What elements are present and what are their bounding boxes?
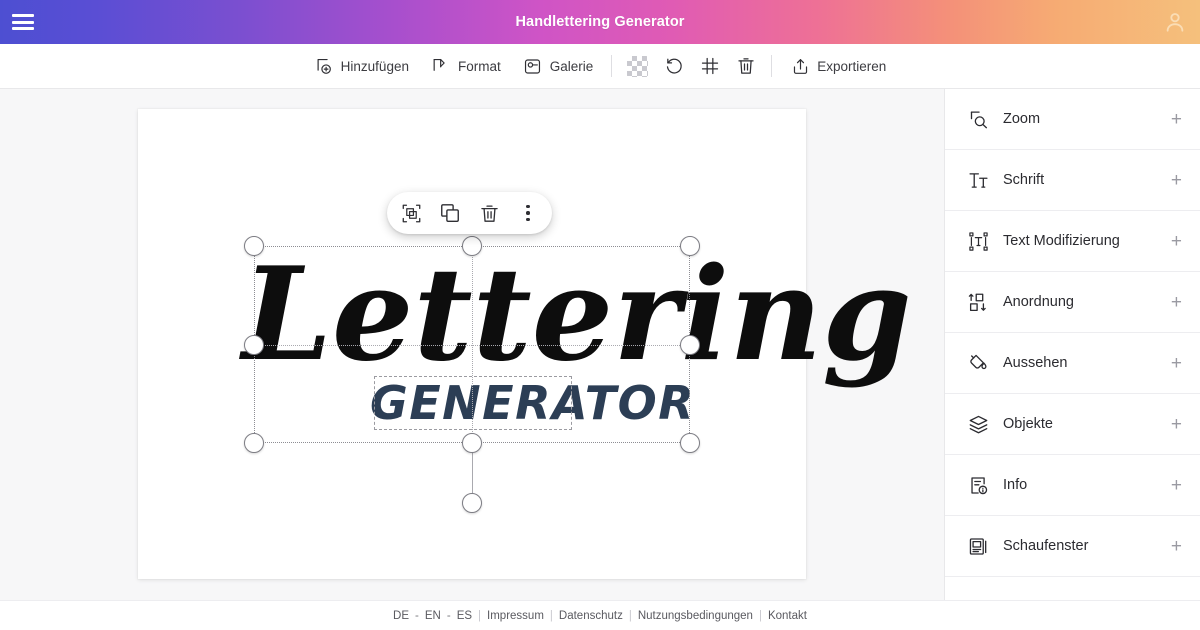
sidebar-label: Aussehen [1003,355,1068,371]
expand-plus-icon[interactable]: + [1171,476,1182,495]
hamburger-menu-icon[interactable] [10,11,36,33]
handle-bottom-right[interactable] [680,433,700,453]
arrange-icon [967,291,989,313]
toolbar-format-label: Format [457,58,501,74]
handle-rotate[interactable] [462,493,482,513]
more-options-icon[interactable] [515,200,541,226]
footer-link-impressum[interactable]: Impressum [481,610,550,622]
font-icon [967,169,989,191]
handle-top-left[interactable] [244,236,264,256]
showcase-icon [967,535,989,557]
handle-middle-left[interactable] [244,335,264,355]
undo-icon [664,56,684,76]
toolbar-add-label: Hinzufügen [340,58,409,74]
user-account-icon[interactable] [1162,9,1188,35]
export-icon [790,56,810,76]
sidebar-item-schaufenster[interactable]: Schaufenster + [945,516,1200,577]
toolbar-export-label: Exportieren [817,58,887,74]
sidebar-label: Schrift [1003,172,1045,188]
footer-lang-en[interactable]: EN [419,610,447,622]
expand-plus-icon[interactable]: + [1171,293,1182,312]
sidebar-item-zoom[interactable]: Zoom + [945,89,1200,150]
toolbar-grid-button[interactable] [692,52,728,80]
gallery-icon [523,56,543,76]
sidebar-item-info[interactable]: Info + [945,455,1200,516]
footer-lang-de[interactable]: DE [387,610,415,622]
language-switcher: DE - EN - ES [387,610,478,622]
handle-bottom-center[interactable] [462,433,482,453]
selection-box[interactable] [254,246,690,443]
editor-workspace[interactable]: Lettering GENERATOR [0,89,944,600]
context-toolbar [387,192,552,234]
footer-link-nutzungsbedingungen[interactable]: Nutzungsbedingungen [632,610,759,622]
more-dots [526,204,530,222]
handle-top-right[interactable] [680,236,700,256]
toolbar-add-button[interactable]: Hinzufügen [303,52,420,80]
sidebar-label: Anordnung [1003,294,1074,310]
site-footer: DE - EN - ES | Impressum | Datenschutz |… [0,600,1200,630]
expand-plus-icon[interactable]: + [1171,110,1182,129]
group-select-icon[interactable] [398,200,424,226]
sidebar-item-objekte[interactable]: Objekte + [945,394,1200,455]
duplicate-icon[interactable] [437,200,463,226]
body-row: Lettering GENERATOR Zoom + Schrift + Tex… [0,89,1200,600]
expand-plus-icon[interactable]: + [1171,232,1182,251]
info-document-icon [967,474,989,496]
dot [526,211,530,215]
canvas-wrapper: Lettering GENERATOR [138,109,912,579]
toolbar-transparency-button[interactable] [619,52,656,81]
dot [526,204,530,209]
transparency-checker-icon [627,55,649,77]
handle-middle-right[interactable] [680,335,700,355]
toolbar-gallery-button[interactable]: Galerie [512,52,605,80]
footer-lang-es[interactable]: ES [451,610,478,622]
footer-link-kontakt[interactable]: Kontakt [762,610,813,622]
dot [526,217,530,222]
appearance-fill-icon [967,352,989,374]
format-icon [431,56,451,76]
toolbar-divider [611,55,613,77]
handle-top-center[interactable] [462,236,482,256]
app-header: Handlettering Generator [0,0,1200,44]
footer-link-datenschutz[interactable]: Datenschutz [553,610,629,622]
page-title: Handlettering Generator [515,14,685,30]
toolbar-format-button[interactable]: Format [420,52,512,80]
trash-icon[interactable] [476,200,502,226]
hamburger-bar [12,14,34,17]
design-canvas[interactable]: Lettering GENERATOR [138,109,912,579]
toolbar-gallery-label: Galerie [549,58,594,74]
sidebar-item-schrift[interactable]: Schrift + [945,150,1200,211]
layers-icon [967,413,989,435]
expand-plus-icon[interactable]: + [1171,415,1182,434]
expand-plus-icon[interactable]: + [1171,171,1182,190]
sidebar-item-aussehen[interactable]: Aussehen + [945,333,1200,394]
sidebar-label: Zoom [1003,111,1041,127]
sidebar-label: Text Modifizierung [1003,233,1120,249]
trash-icon [736,56,756,76]
sidebar-item-anordnung[interactable]: Anordnung + [945,272,1200,333]
toolbar-undo-button[interactable] [656,52,692,80]
hamburger-bar [12,27,34,30]
grid-icon [700,56,720,76]
handle-bottom-left[interactable] [244,433,264,453]
hamburger-bar [12,20,34,24]
expand-plus-icon[interactable]: + [1171,537,1182,556]
properties-sidebar: Zoom + Schrift + Text Modifizierung + An… [944,89,1200,600]
expand-plus-icon[interactable]: + [1171,354,1182,373]
toolbar-delete-button[interactable] [728,52,764,80]
add-element-icon [314,56,334,76]
zoom-icon [967,108,989,130]
sidebar-label: Info [1003,477,1028,493]
toolbar-export-button[interactable]: Exportieren [779,52,897,80]
toolbar-divider [771,55,773,77]
sidebar-item-text-modifizierung[interactable]: Text Modifizierung + [945,211,1200,272]
sidebar-label: Objekte [1003,416,1053,432]
app-root: Handlettering Generator Hinzufügen Forma… [0,0,1200,630]
main-toolbar: Hinzufügen Format Galerie Exportieren [0,44,1200,89]
text-modify-icon [967,230,989,252]
sidebar-label: Schaufenster [1003,538,1089,554]
